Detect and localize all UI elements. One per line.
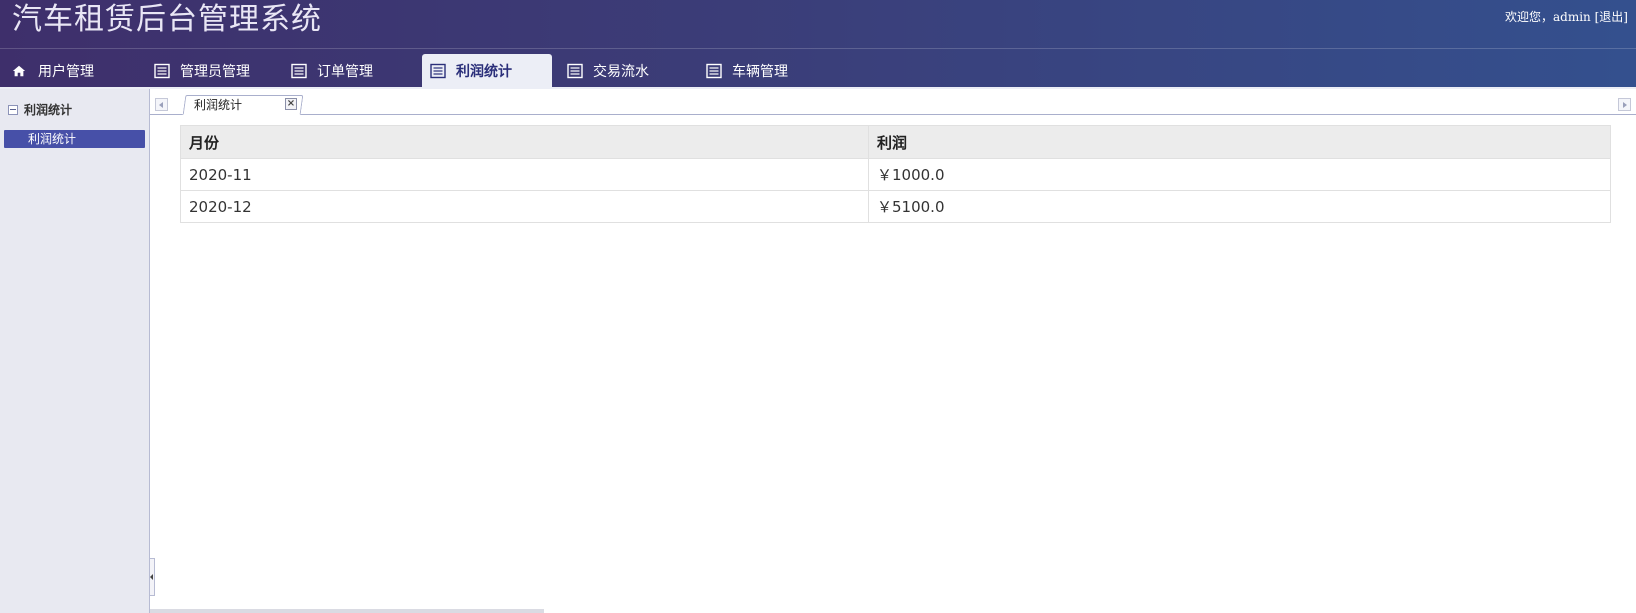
main-nav: 用户管理 管理员管理 订单管理 利润统计 交易流水 车辆管理: [0, 54, 1636, 88]
welcome-text: 欢迎您，admin: [1505, 10, 1591, 24]
column-header-profit: 利润: [868, 125, 1611, 159]
home-icon: [12, 65, 26, 77]
sidebar-collapse-handle[interactable]: [149, 558, 155, 596]
nav-item-profit[interactable]: 利润统计: [422, 54, 552, 88]
nav-item-orders[interactable]: 订单管理: [291, 54, 373, 88]
table-header-row: 月份 利润: [180, 125, 1611, 159]
nav-item-label: 订单管理: [317, 64, 373, 80]
table-row: 2020-11 ￥1000.0: [180, 158, 1611, 191]
tab-scroll-right-button[interactable]: [1618, 98, 1631, 111]
cell-profit: ￥1000.0: [868, 158, 1611, 191]
sidebar-item-profit[interactable]: 利润统计: [4, 130, 145, 148]
nav-item-vehicles[interactable]: 车辆管理: [706, 54, 788, 88]
tab-label: 利润统计: [194, 98, 243, 112]
nav-item-label: 管理员管理: [180, 64, 250, 80]
nav-item-users[interactable]: 用户管理: [12, 54, 94, 88]
horizontal-scrollbar[interactable]: [150, 609, 544, 613]
nav-item-transactions[interactable]: 交易流水: [567, 54, 649, 88]
header-divider: [0, 48, 1636, 49]
tab-strip-border: [150, 114, 1636, 115]
nav-item-admins[interactable]: 管理员管理: [154, 54, 250, 88]
nav-item-label: 车辆管理: [732, 64, 788, 80]
sidebar-group-label: 利润统计: [24, 103, 73, 117]
cell-month: 2020-11: [180, 158, 869, 191]
header-bar: 汽车租赁后台管理系统 欢迎您，admin [退出] 用户管理 管理员管理 订单管…: [0, 0, 1636, 89]
nav-item-label: 用户管理: [38, 64, 94, 80]
tab-scroll-left-button[interactable]: [155, 98, 168, 111]
list-icon: [706, 63, 722, 79]
list-icon: [154, 63, 170, 79]
column-header-month: 月份: [180, 125, 869, 159]
list-icon: [430, 63, 446, 79]
list-icon: [567, 63, 583, 79]
table-row: 2020-12 ￥5100.0: [180, 190, 1611, 223]
tab-strip: [150, 89, 1636, 115]
list-icon: [291, 63, 307, 79]
app-window: 汽车租赁后台管理系统 欢迎您，admin [退出] 用户管理 管理员管理 订单管…: [0, 0, 1636, 613]
close-icon[interactable]: ×: [285, 98, 297, 110]
sidebar-group-header[interactable]: 利润统计: [8, 101, 72, 118]
app-title: 汽车租赁后台管理系统: [12, 2, 322, 37]
logout-link[interactable]: [退出]: [1595, 10, 1628, 24]
nav-item-label: 利润统计: [456, 64, 512, 80]
nav-item-label: 交易流水: [593, 64, 649, 80]
profit-table: 月份 利润 2020-11 ￥1000.0 2020-12 ￥5100.0: [180, 125, 1611, 223]
cell-profit: ￥5100.0: [868, 190, 1611, 223]
cell-month: 2020-12: [180, 190, 869, 223]
user-info: 欢迎您，admin [退出]: [1505, 8, 1628, 25]
collapse-icon[interactable]: [8, 104, 18, 115]
sidebar: 利润统计 利润统计: [0, 89, 150, 613]
